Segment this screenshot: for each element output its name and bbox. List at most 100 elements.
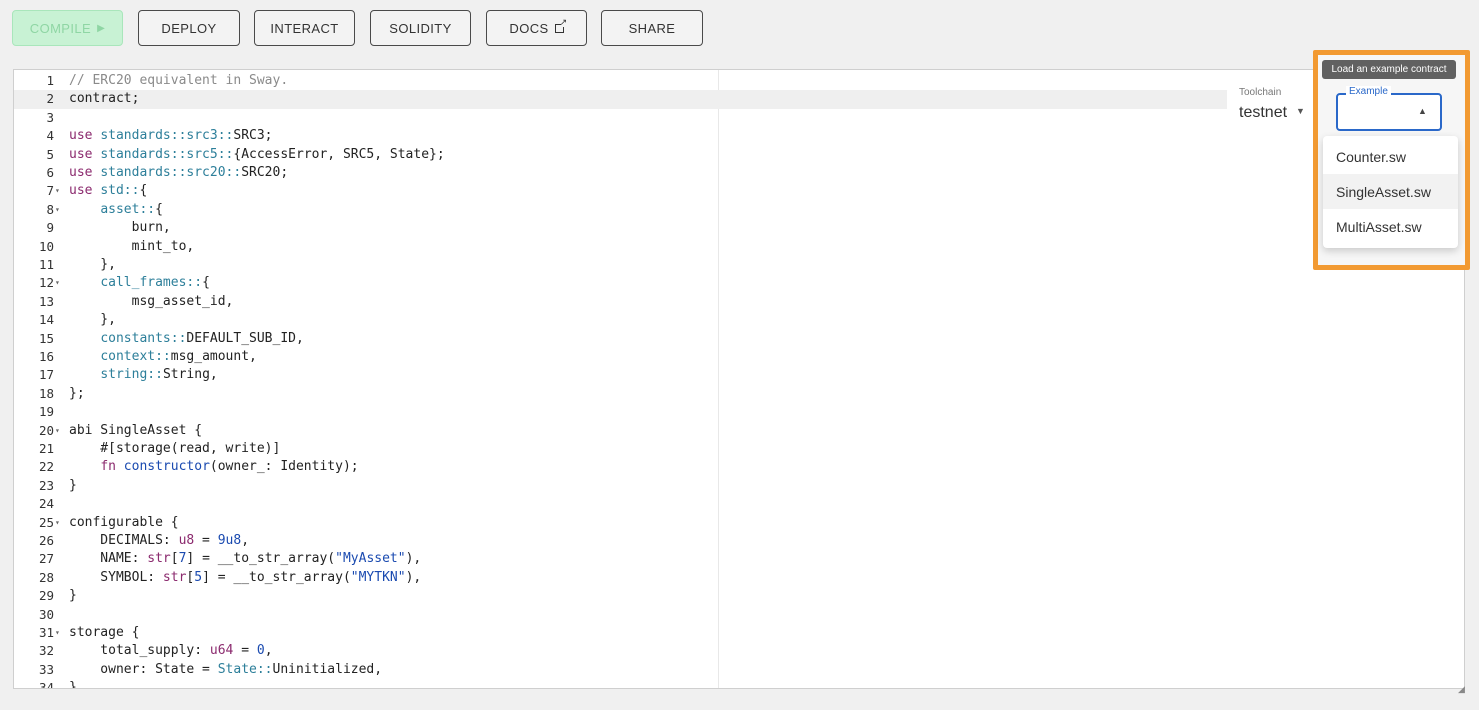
line-number: 4: [46, 128, 54, 144]
fold-toggle-icon[interactable]: ▾: [55, 422, 65, 440]
code-text: use std::{: [69, 183, 148, 199]
caret-up-icon[interactable]: ▲: [1418, 106, 1427, 116]
code-line[interactable]: 11 },: [14, 256, 1464, 274]
code-text: call_frames::{: [100, 275, 210, 291]
code-text: context::msg_amount,: [100, 349, 257, 364]
option-label: Counter.sw: [1336, 148, 1407, 165]
line-number: 1: [46, 73, 54, 88]
code-line[interactable]: 33 owner: State = State::Uninitialized,: [14, 661, 1464, 679]
example-option-counter[interactable]: Counter.sw: [1323, 139, 1458, 174]
code-line[interactable]: 15 constants::DEFAULT_SUB_ID,: [14, 330, 1464, 348]
code-line[interactable]: 12 ▾ call_frames::{: [14, 274, 1464, 292]
code-line[interactable]: 13 msg_asset_id,: [14, 293, 1464, 311]
line-number: 10: [38, 238, 54, 254]
code-text: }: [69, 588, 77, 604]
code-line[interactable]: 17 string::String,: [14, 366, 1464, 384]
example-tooltip: Load an example contract: [1322, 60, 1456, 79]
code-text: }: [69, 477, 77, 493]
line-number: 2: [46, 91, 54, 107]
line-number: 11: [38, 257, 54, 272]
code-line[interactable]: 29}: [14, 587, 1464, 605]
code-text: constants::DEFAULT_SUB_ID,: [100, 330, 304, 346]
code-text: // ERC20 equivalent in Sway.: [69, 73, 289, 88]
fold-toggle-icon[interactable]: ▾: [55, 274, 65, 292]
line-number: 13: [38, 293, 54, 309]
example-menu: Counter.sw SingleAsset.sw MultiAsset.sw: [1323, 136, 1458, 248]
fold-toggle-icon[interactable]: ▾: [55, 182, 65, 200]
fold-toggle-icon[interactable]: ▾: [55, 514, 65, 532]
code-editor[interactable]: 1 // ERC20 equivalent in Sway. 2 contract; 3…: [13, 69, 1465, 689]
code-text: total_supply: u64 = 0,: [69, 643, 273, 659]
interact-button[interactable]: INTERACT: [254, 10, 355, 46]
code-line[interactable]: 34}: [14, 679, 1464, 688]
code-text: burn,: [69, 220, 171, 236]
code-line[interactable]: 14 },: [14, 311, 1464, 329]
line-number: 27: [38, 551, 54, 567]
compile-button[interactable]: COMPILE ▶: [12, 10, 123, 46]
code-line[interactable]: 18};: [14, 385, 1464, 403]
code-line[interactable]: 27 NAME: str[7] = __to_str_array("MyAsse…: [14, 550, 1464, 568]
code-text: use standards::src3::SRC3;: [69, 128, 273, 144]
line-number: 8: [46, 201, 54, 217]
interact-button-label: INTERACT: [270, 20, 339, 36]
resize-handle-icon[interactable]: ◢: [1458, 684, 1465, 695]
line-number: 30: [38, 606, 54, 622]
line-number: 3: [46, 109, 54, 125]
external-link-icon: [554, 18, 568, 33]
code-text: asset::{: [100, 201, 163, 217]
code-line[interactable]: 6 use standards::src20::SRC20;: [14, 164, 1464, 182]
code-line[interactable]: 21 #[storage(read, write)]: [14, 440, 1464, 458]
code-line[interactable]: 28 SYMBOL: str[5] = __to_str_array("MYTK…: [14, 569, 1464, 587]
line-number: 21: [38, 441, 54, 456]
code-line[interactable]: 25 ▾ configurable {: [14, 514, 1464, 532]
line-number: 17: [38, 367, 54, 383]
code-text: #[storage(read, write)]: [69, 441, 281, 456]
example-option-singleasset[interactable]: SingleAsset.sw: [1323, 174, 1458, 209]
code-line[interactable]: 31 ▾ storage {: [14, 624, 1464, 642]
code-line[interactable]: 16 context::msg_amount,: [14, 348, 1464, 366]
code-line[interactable]: 7 ▾ use std::{: [14, 182, 1464, 200]
line-number: 25: [38, 514, 54, 530]
line-number: 24: [38, 496, 54, 512]
share-button[interactable]: SHARE: [601, 10, 703, 46]
code-text: use standards::src5::{AccessError, SRC5,…: [69, 146, 445, 162]
code-line[interactable]: 9 burn,: [14, 219, 1464, 237]
example-option-multiasset[interactable]: MultiAsset.sw: [1323, 209, 1458, 244]
docs-button-label: DOCS: [509, 20, 549, 36]
code-text: use standards::src20::SRC20;: [69, 165, 289, 180]
caret-down-icon: ▼: [1296, 106, 1305, 116]
code-text: storage {: [69, 625, 140, 640]
line-number: 22: [38, 459, 54, 475]
docs-button[interactable]: DOCS: [486, 10, 587, 46]
fold-toggle-icon[interactable]: ▾: [55, 624, 65, 642]
code-line[interactable]: 23}: [14, 477, 1464, 495]
toolchain-select[interactable]: Toolchain testnet ▼: [1227, 87, 1315, 131]
line-number: 32: [38, 643, 54, 659]
code-line[interactable]: 32 total_supply: u64 = 0,: [14, 642, 1464, 660]
compile-button-label: COMPILE: [29, 20, 92, 36]
code-text: NAME: str[7] = __to_str_array("MyAsset")…: [69, 551, 422, 567]
toolchain-value: testnet: [1239, 104, 1288, 121]
toolbar: COMPILE ▶ DEPLOY INTERACT SOLIDITY DOCS …: [0, 0, 1479, 60]
code-text: fn constructor(owner_: Identity);: [100, 459, 359, 475]
code-line[interactable]: 19: [14, 403, 1464, 421]
code-line[interactable]: 20 ▾ abi SingleAsset {: [14, 422, 1464, 440]
solidity-button[interactable]: SOLIDITY: [370, 10, 471, 46]
code-line[interactable]: 24: [14, 495, 1464, 513]
code-text: DECIMALS: u8 = 9u8,: [69, 533, 250, 548]
deploy-button[interactable]: DEPLOY: [138, 10, 240, 46]
code-text: contract;: [69, 91, 140, 107]
line-number: 23: [38, 477, 54, 493]
code-line[interactable]: 26 DECIMALS: u8 = 9u8,: [14, 532, 1464, 550]
fold-toggle-icon[interactable]: ▾: [55, 201, 65, 219]
code-line[interactable]: 8 ▾ asset::{: [14, 201, 1464, 219]
code-line[interactable]: 30: [14, 606, 1464, 624]
line-number: 16: [38, 349, 54, 364]
code-line[interactable]: 22 fn constructor(owner_: Identity);: [14, 458, 1464, 476]
example-label: Example: [1346, 86, 1391, 97]
code-line[interactable]: 10 mint_to,: [14, 238, 1464, 256]
line-number: 5: [46, 146, 54, 162]
line-number: 20: [38, 422, 54, 438]
line-number: 14: [38, 312, 54, 328]
code-line[interactable]: 5 use standards::src5::{AccessError, SRC5…: [14, 146, 1464, 164]
